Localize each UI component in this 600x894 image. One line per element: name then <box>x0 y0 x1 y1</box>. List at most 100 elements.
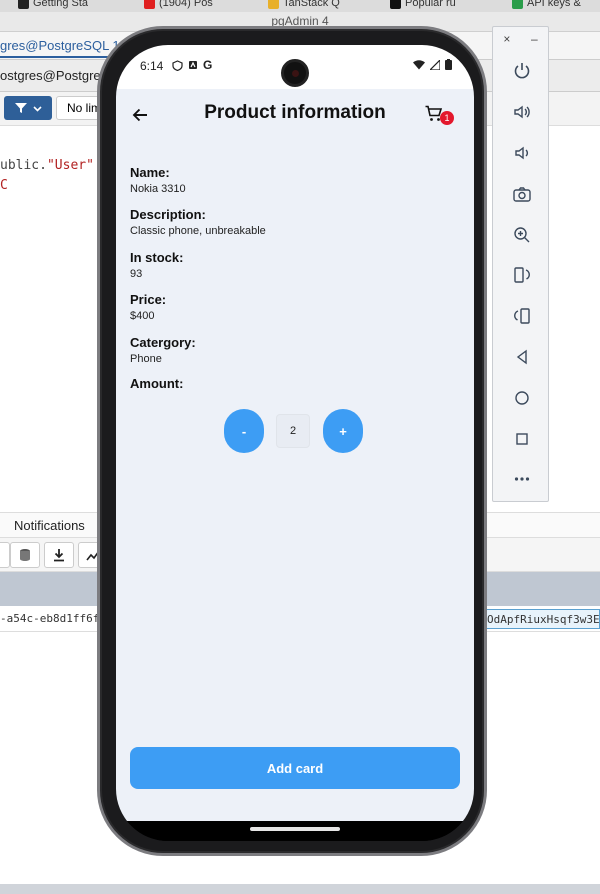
browser-tab-label: (1904) Pos <box>159 0 213 9</box>
browser-tab[interactable]: TanStack Q <box>268 0 340 10</box>
favicon-icon <box>390 0 401 9</box>
code-line: C <box>0 178 8 193</box>
more-button[interactable] <box>493 459 550 500</box>
amount-label: Amount: <box>130 376 184 391</box>
field-label: Description: <box>130 207 206 222</box>
overview-icon <box>515 432 528 445</box>
back-icon <box>516 349 527 365</box>
battery-icon <box>445 59 452 70</box>
zoom-button[interactable] <box>493 214 550 255</box>
quantity-stepper: - 2 + <box>224 409 364 453</box>
browser-tab-label: Popular ru <box>405 0 456 9</box>
browser-tab[interactable]: Getting Sta <box>18 0 88 10</box>
browser-tab-label: Getting Sta <box>33 0 89 9</box>
data-saver-icon <box>172 59 183 71</box>
phone-frame: 6:14 G Product information 1 Name: Nokia… <box>97 26 487 856</box>
volume-down-icon <box>514 146 528 160</box>
filter-button[interactable] <box>4 96 52 120</box>
home-icon <box>514 391 529 405</box>
field-name: Name: Nokia 3310 <box>130 165 460 195</box>
wifi-icon <box>413 59 425 69</box>
table-cell-selected[interactable]: OdApfRiuxHsqf3w3Ed <box>484 609 600 629</box>
status-right-icons <box>413 59 452 70</box>
bottom-scrollbar[interactable] <box>0 884 600 894</box>
browser-tab[interactable]: (1904) Pos <box>144 0 213 10</box>
increase-button[interactable]: + <box>323 409 363 453</box>
field-value: Classic phone, unbreakable <box>130 225 266 237</box>
rotate-right-icon <box>513 308 530 324</box>
zoom-in-icon <box>513 226 529 243</box>
database-icon <box>20 549 30 561</box>
add-to-cart-button[interactable]: Add card <box>130 747 460 789</box>
volume-up-icon <box>513 105 530 119</box>
code-text: ublic. <box>0 158 47 173</box>
filter-icon <box>14 103 27 113</box>
camera-icon <box>512 187 531 202</box>
more-icon <box>514 477 529 481</box>
power-button[interactable] <box>493 51 550 92</box>
save-data-button[interactable] <box>10 542 40 568</box>
rotate-left-button[interactable] <box>493 255 550 296</box>
back-button[interactable] <box>493 337 550 378</box>
field-label: Catergory: <box>130 335 196 350</box>
phone-screen: 6:14 G Product information 1 Name: Nokia… <box>116 45 474 841</box>
field-value: Phone <box>130 353 162 365</box>
field-price: Price: $400 <box>130 292 460 322</box>
google-icon: G <box>203 58 213 72</box>
volume-up-button[interactable] <box>493 92 550 133</box>
browser-tab[interactable]: API keys & <box>512 0 581 10</box>
field-value: Nokia 3310 <box>130 183 186 195</box>
toolbar-button[interactable] <box>0 542 10 568</box>
cart-button[interactable]: 1 <box>424 101 454 129</box>
rotate-left-icon <box>513 267 530 284</box>
favicon-icon <box>18 0 29 9</box>
minimize-icon[interactable]: – <box>531 32 538 46</box>
field-in-stock: In stock: 93 <box>130 250 460 280</box>
code-string: "User" <box>46 158 94 173</box>
gesture-bar <box>116 821 474 841</box>
overview-button[interactable] <box>493 418 550 459</box>
download-button[interactable] <box>44 542 74 568</box>
front-camera <box>281 59 309 87</box>
favicon-icon <box>512 0 523 9</box>
connection-label[interactable]: ostgres@Postgres <box>0 68 107 83</box>
notification-app-icon <box>189 61 197 69</box>
status-left-icons: G <box>172 58 212 72</box>
browser-tab-strip: Getting Sta (1904) Pos TanStack Q Popula… <box>0 0 600 12</box>
browser-tab-label: API keys & <box>527 0 581 9</box>
query-tab[interactable]: gres@PostgreSQL 1 <box>0 38 120 58</box>
status-time: 6:14 <box>140 59 164 73</box>
app-bar: Product information 1 <box>116 89 474 141</box>
emulator-window-controls: × – <box>493 27 548 51</box>
code-line: ublic."User" <box>0 158 94 173</box>
download-icon <box>54 549 64 562</box>
product-screen: Product information 1 Name: Nokia 3310 D… <box>116 89 474 821</box>
volume-down-button[interactable] <box>493 133 550 174</box>
browser-tab-label: TanStack Q <box>283 0 340 9</box>
home-button[interactable] <box>493 377 550 418</box>
field-label: Name: <box>130 165 170 180</box>
home-indicator[interactable] <box>250 827 340 831</box>
status-bar: 6:14 G <box>116 45 474 89</box>
page-title: Product information <box>204 102 386 123</box>
desktop: Getting Sta (1904) Pos TanStack Q Popula… <box>0 0 600 894</box>
field-value: $400 <box>130 310 155 322</box>
power-icon <box>514 63 529 79</box>
field-label: Price: <box>130 292 167 307</box>
close-icon[interactable]: × <box>503 32 510 46</box>
chevron-down-icon <box>32 105 42 112</box>
field-category: Catergory: Phone <box>130 335 460 365</box>
rotate-right-button[interactable] <box>493 296 550 337</box>
field-description: Description: Classic phone, unbreakable <box>130 207 460 237</box>
screenshot-button[interactable] <box>493 173 550 214</box>
signal-icon <box>430 59 440 70</box>
youtube-icon <box>144 0 155 9</box>
notifications-tab[interactable]: Notifications <box>14 518 85 533</box>
field-label: In stock: <box>130 250 184 265</box>
cart-count-badge: 1 <box>440 111 454 125</box>
favicon-icon <box>268 0 279 9</box>
quantity-value: 2 <box>276 414 310 448</box>
browser-tab[interactable]: Popular ru <box>390 0 456 10</box>
emulator-controls: × – <box>492 26 549 502</box>
decrease-button[interactable]: - <box>224 409 264 453</box>
